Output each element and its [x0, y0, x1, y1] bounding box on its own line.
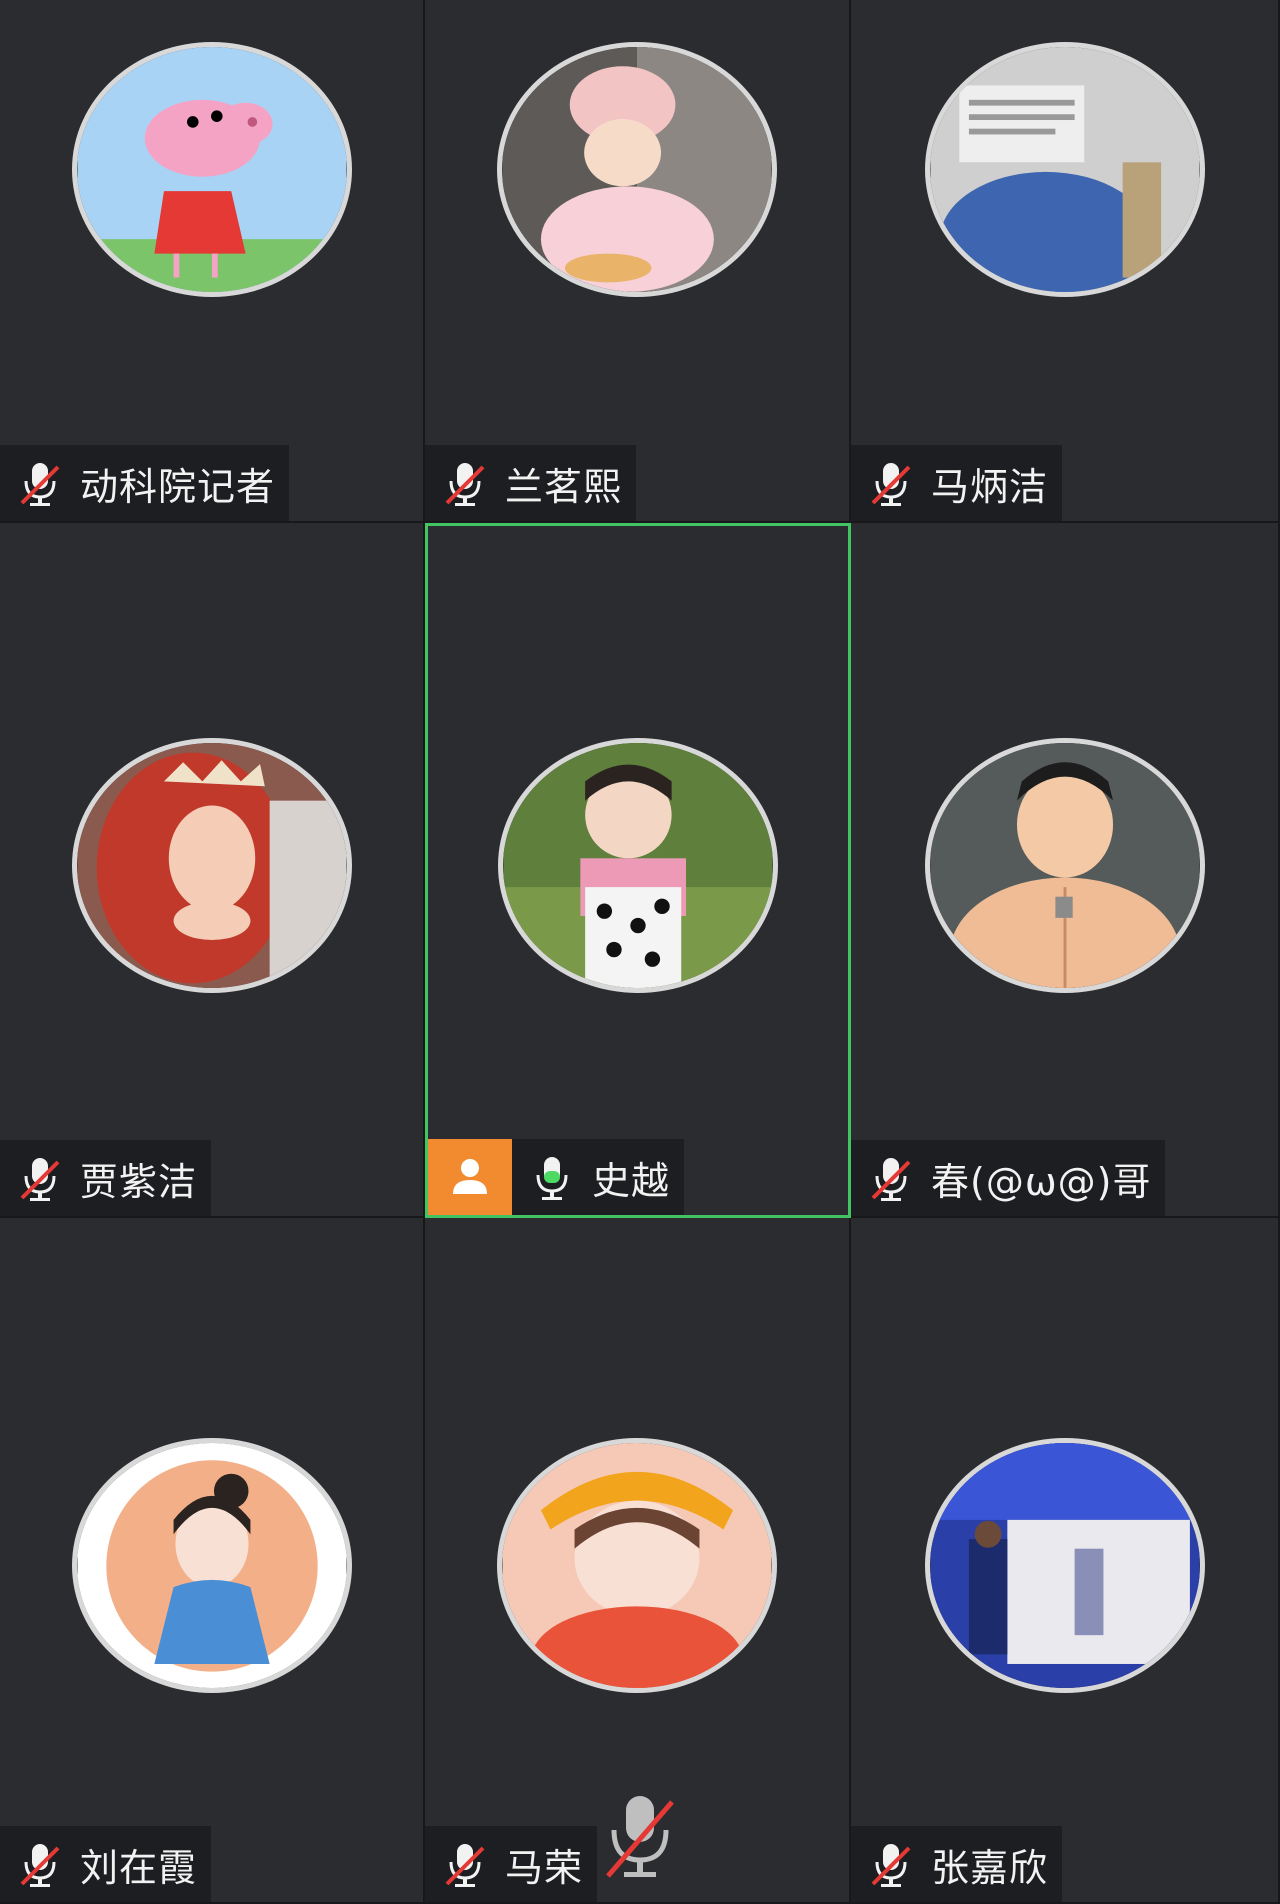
host-person-icon: [453, 1159, 487, 1194]
cartoon-girl-bun-avatar: [71, 1438, 352, 1693]
mic-muted-icon[interactable]: [14, 1152, 66, 1204]
participant-name-bar: 刘在霞: [0, 1826, 212, 1902]
mic-muted-icon[interactable]: [439, 1838, 491, 1890]
participant-tile[interactable]: 张嘉欣: [851, 1218, 1280, 1904]
basketball-poster-avatar: [924, 1438, 1205, 1693]
person-newspaper-avatar: [924, 42, 1205, 297]
mic-on-icon[interactable]: [526, 1151, 578, 1203]
mic-muted-icon[interactable]: [14, 1838, 66, 1890]
participant-name: 春(@ω@)哥: [931, 1159, 1152, 1204]
participant-tile[interactable]: 春(@ω@)哥: [851, 523, 1280, 1218]
participant-name: 贾紫洁: [80, 1159, 198, 1204]
mic-muted-icon[interactable]: [865, 1152, 917, 1204]
participant-tile[interactable]: 兰茗熙: [425, 0, 851, 523]
princess-red-hair-avatar: [71, 738, 352, 993]
mic-muted-icon[interactable]: [14, 457, 66, 509]
participant-name: 史越: [592, 1158, 671, 1203]
participant-name: 马炳洁: [931, 464, 1049, 509]
participant-name-bar: 马炳洁: [851, 445, 1063, 521]
host-badge: [428, 1139, 512, 1215]
toddler-polka-dot-avatar: [498, 738, 778, 993]
participant-name-bar: 史越: [512, 1139, 685, 1215]
participant-tile[interactable]: 动科院记者: [0, 0, 425, 523]
participant-name-bar: 贾紫洁: [0, 1140, 212, 1216]
participant-name-bar: 动科院记者: [0, 445, 290, 521]
peppa-pig-avatar: [71, 42, 352, 297]
participant-name: 张嘉欣: [931, 1845, 1049, 1890]
participant-name-bar: 张嘉欣: [851, 1826, 1063, 1902]
participant-name: 动科院记者: [80, 464, 276, 509]
mic-muted-icon[interactable]: [865, 1838, 917, 1890]
participant-tile-active-speaker[interactable]: 史越: [425, 523, 851, 1218]
participant-tile[interactable]: 刘在霞: [0, 1218, 425, 1904]
self-mic-muted-icon[interactable]: [598, 1790, 682, 1884]
girl-pink-hat-avatar: [497, 42, 777, 297]
participant-name-bar: 兰茗熙: [425, 445, 637, 521]
participant-name-bar: 春(@ω@)哥: [851, 1140, 1166, 1216]
participant-name-bar: 马荣: [425, 1826, 598, 1902]
participant-name: 马荣: [505, 1845, 584, 1890]
participant-tile[interactable]: 马炳洁: [851, 0, 1280, 523]
cartoon-girl-tiger-hat-avatar: [497, 1438, 777, 1693]
participant-name: 兰茗熙: [505, 464, 623, 509]
participant-tile[interactable]: 贾紫洁: [0, 523, 425, 1218]
participant-name: 刘在霞: [80, 1845, 198, 1890]
participant-grid: 动科院记者 兰茗熙 马炳洁 贾紫洁 史越 春(@ω@)哥 刘在霞 马荣 张嘉欣: [0, 0, 1280, 1904]
mic-muted-icon[interactable]: [439, 457, 491, 509]
cartoon-muscle-man-avatar: [924, 738, 1205, 993]
mic-muted-icon[interactable]: [865, 457, 917, 509]
